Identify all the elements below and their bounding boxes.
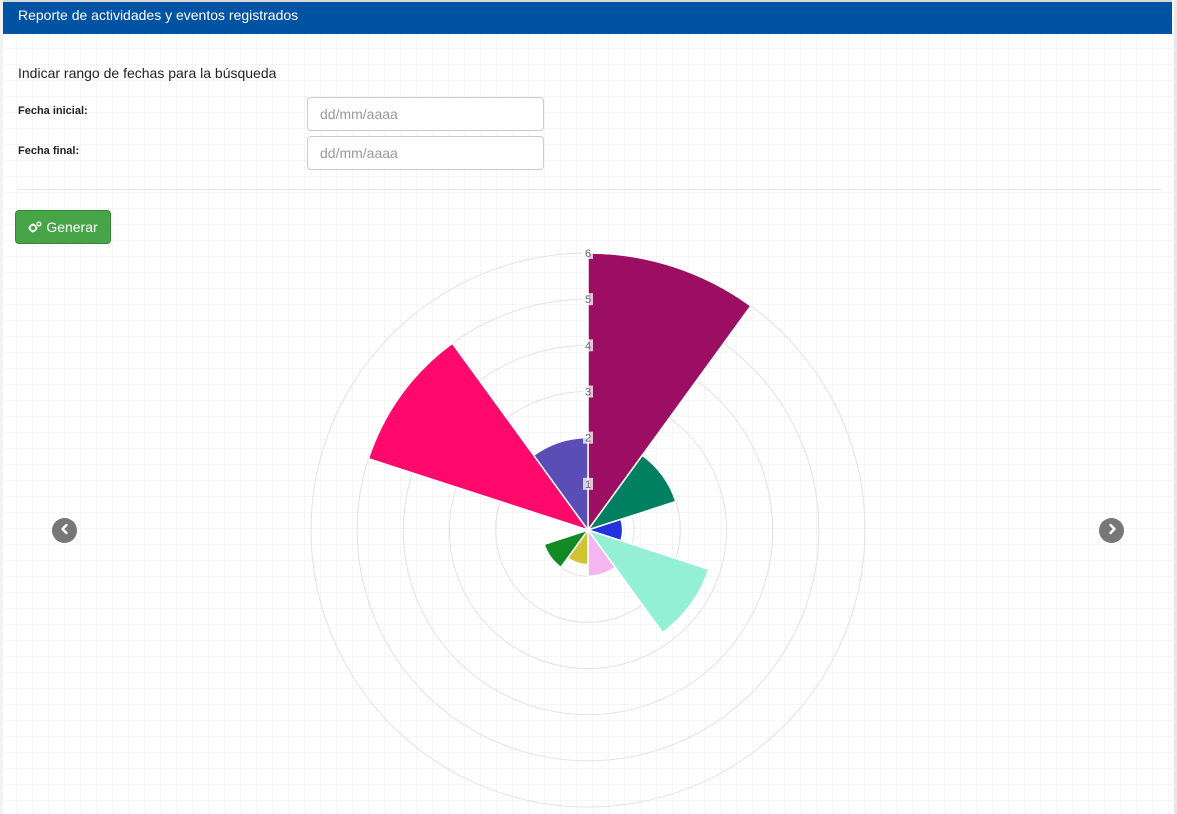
chevron-right-icon (1106, 522, 1118, 540)
carousel-next-button[interactable] (1099, 518, 1124, 543)
tick-label: 5 (585, 294, 591, 306)
tick-label: 4 (585, 340, 591, 352)
tick-label: 2 (585, 433, 591, 445)
chart-segment[interactable] (586, 528, 710, 634)
polar-area-chart: 1 2 3 4 5 6 (310, 247, 866, 808)
carousel-prev-button[interactable] (52, 518, 77, 543)
tick-label: 3 (585, 387, 591, 399)
chart-segment[interactable] (367, 342, 590, 532)
tick-label: 6 (585, 248, 591, 260)
tick-label: 1 (585, 479, 591, 491)
chart-segments (367, 252, 752, 634)
chevron-left-icon (59, 522, 71, 540)
